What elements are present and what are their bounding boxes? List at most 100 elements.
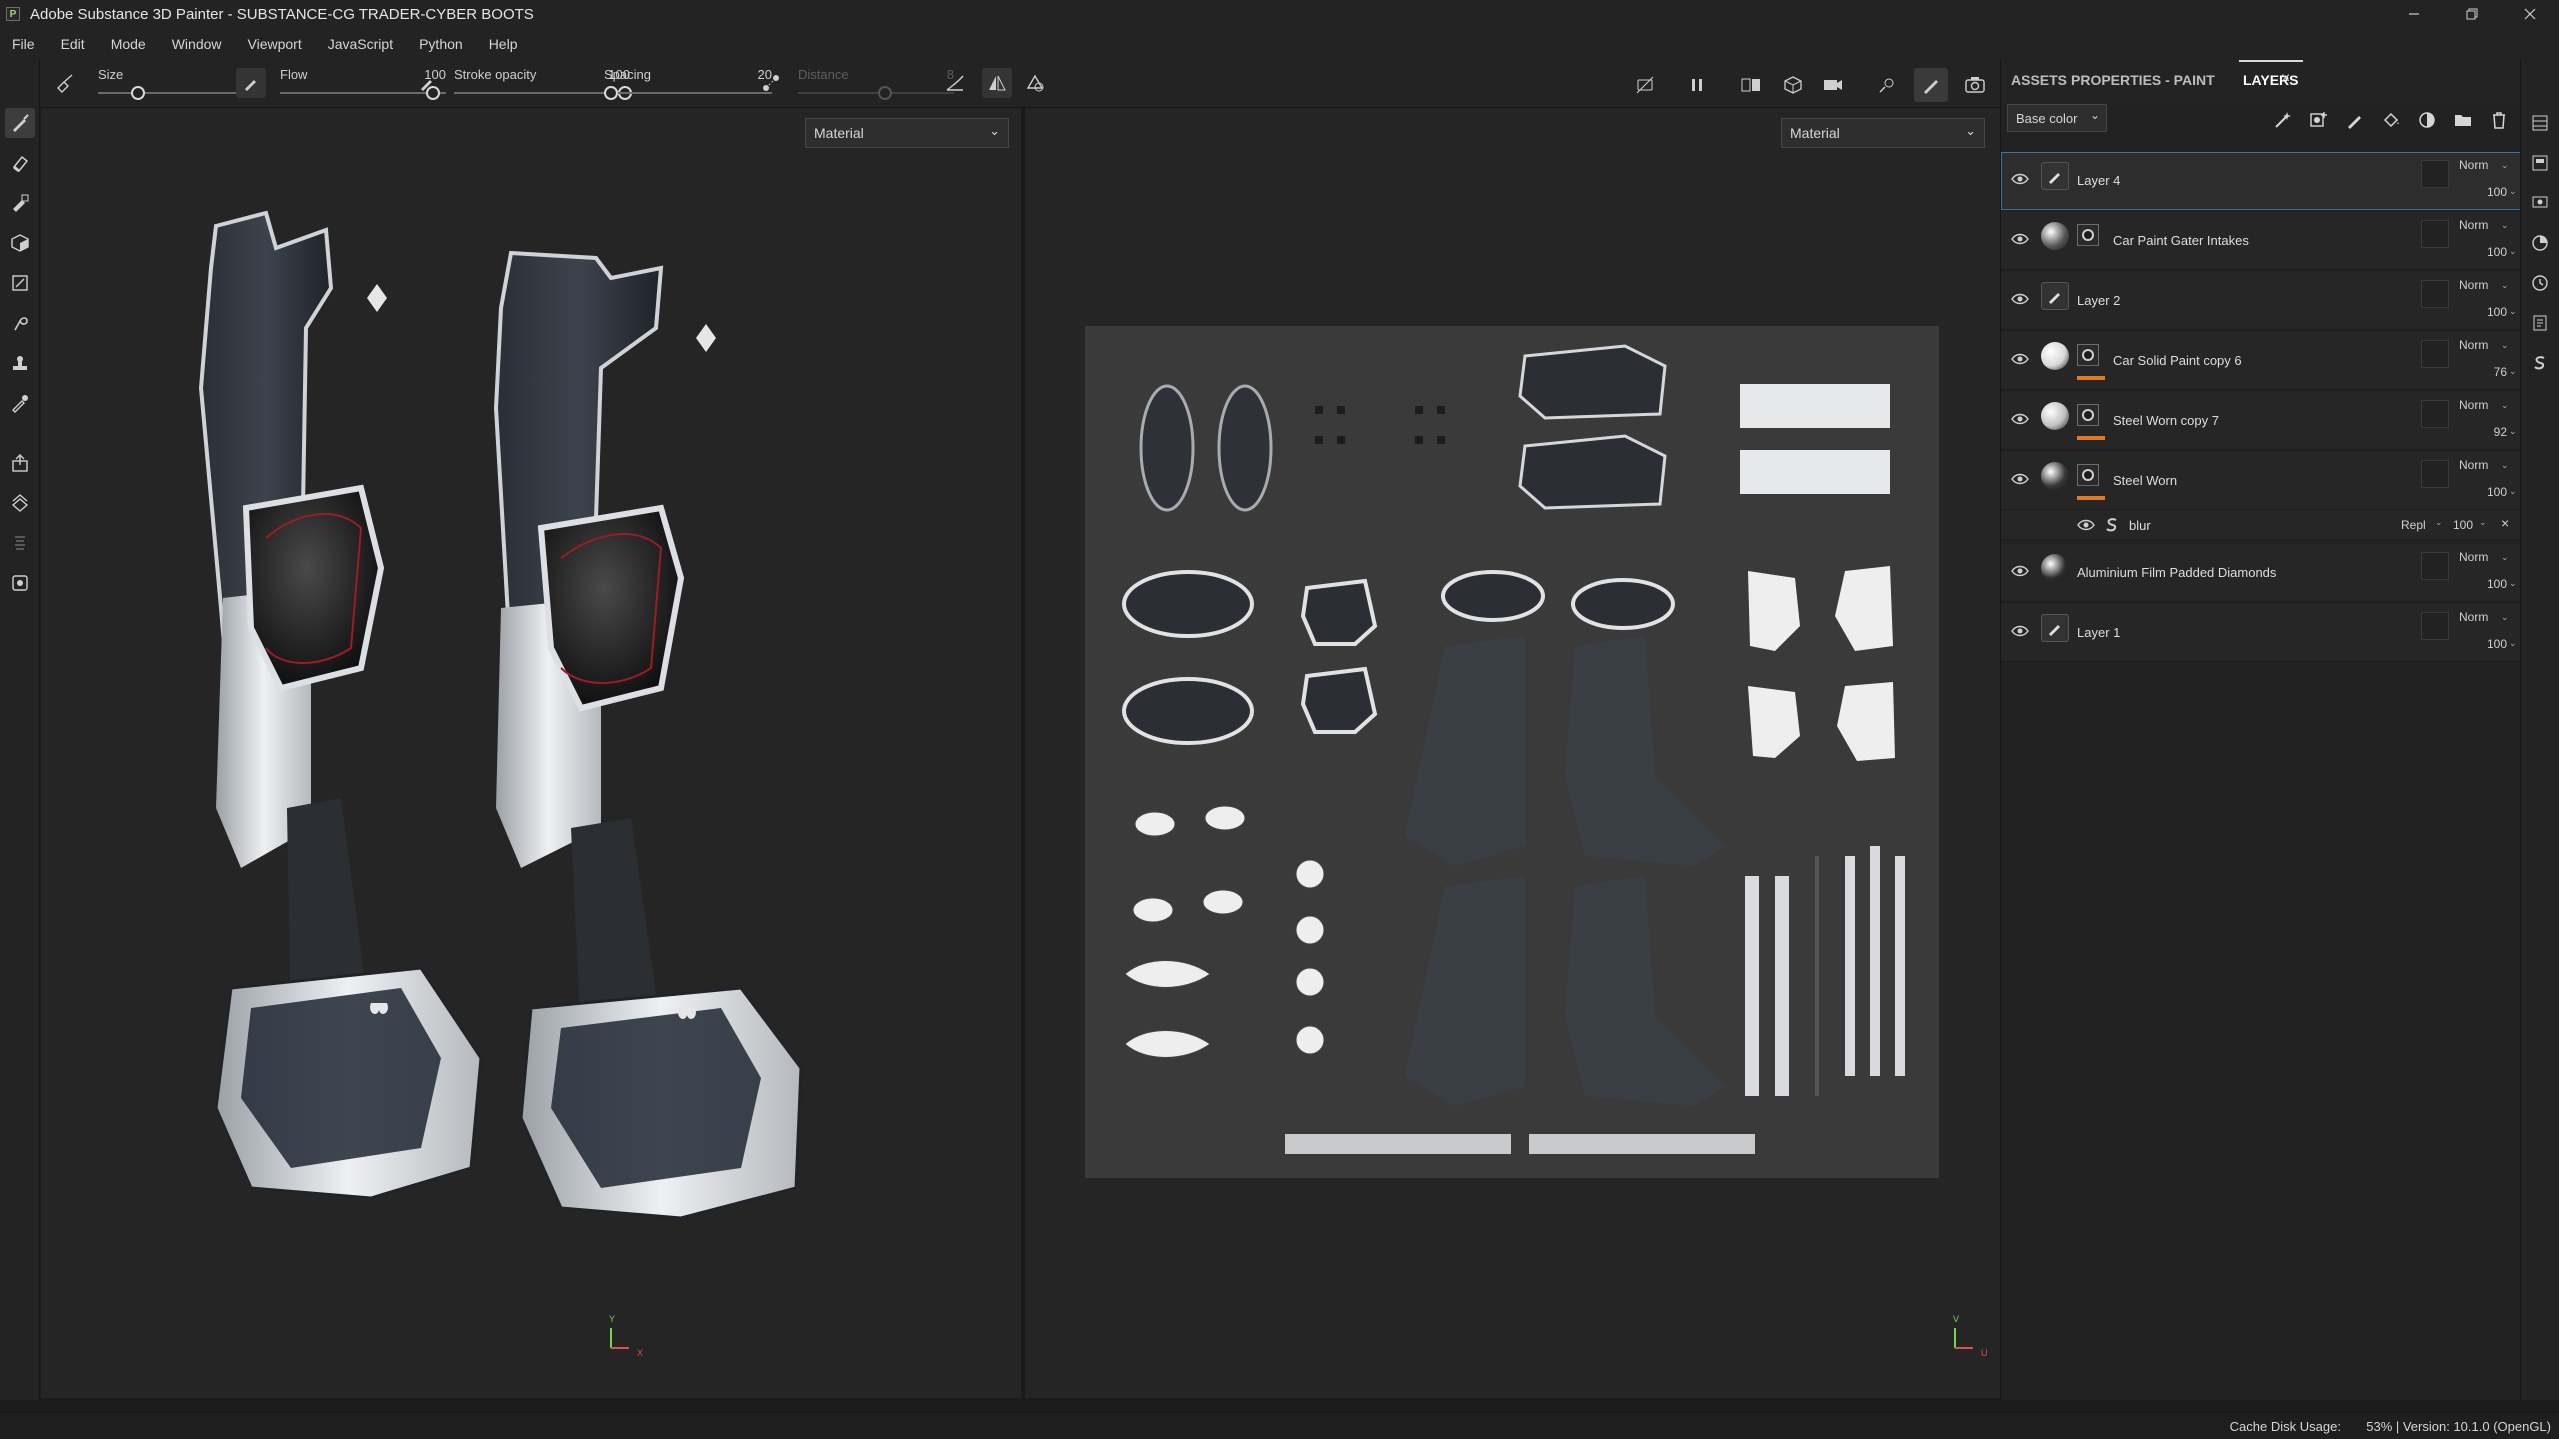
- symmetry-icon[interactable]: [982, 68, 1012, 98]
- visibility-eye-icon[interactable]: [2011, 172, 2029, 186]
- layer-row[interactable]: Layer 2 Norm ⌄ 100 ⌄: [2001, 272, 2521, 330]
- layer-mask-thumbnail[interactable]: [2077, 224, 2099, 246]
- layer-name[interactable]: Car Paint Gater Intakes: [2113, 233, 2249, 248]
- effect-row-blur[interactable]: blur Repl ⌄ 100 ⌄ ×: [2001, 510, 2521, 540]
- texture-set-list-icon[interactable]: [2527, 110, 2553, 136]
- alignment-icon[interactable]: [940, 68, 970, 98]
- material-picker-tool-icon[interactable]: [5, 388, 35, 418]
- add-effect-icon[interactable]: [2269, 106, 2297, 134]
- history-icon[interactable]: [2527, 270, 2553, 296]
- view-mode-icon[interactable]: [1734, 68, 1768, 102]
- shader-settings-icon[interactable]: [2527, 230, 2553, 256]
- delete-layer-icon[interactable]: [2485, 106, 2513, 134]
- uv-texture-canvas[interactable]: [1085, 326, 1939, 1178]
- paint-mode-icon[interactable]: [1914, 68, 1948, 102]
- add-smart-material-icon[interactable]: [2413, 106, 2441, 134]
- add-folder-icon[interactable]: [2449, 106, 2477, 134]
- blend-mode-select[interactable]: Norm: [2459, 218, 2488, 232]
- menu-python[interactable]: Python: [419, 36, 463, 52]
- pen-pressure-flow-icon[interactable]: [412, 68, 442, 98]
- layer-row[interactable]: Layer 1 Norm ⌄ 100 ⌄: [2001, 604, 2521, 662]
- layer-opacity-value[interactable]: 100: [2467, 185, 2507, 199]
- menu-file[interactable]: File: [12, 36, 35, 52]
- layer-row[interactable]: Car Paint Gater Intakes Norm ⌄ 100 ⌄: [2001, 212, 2521, 270]
- blend-mode-select[interactable]: Norm: [2459, 550, 2488, 564]
- layer-name[interactable]: Aluminium Film Padded Diamonds: [2077, 565, 2276, 580]
- polygon-fill-tool-icon[interactable]: [5, 228, 35, 258]
- camera-settings-icon[interactable]: [1816, 68, 1850, 102]
- lazy-mouse-icon[interactable]: [756, 68, 786, 98]
- layer-opacity-value[interactable]: 100: [2467, 245, 2507, 259]
- lighting-icon[interactable]: [1870, 68, 1904, 102]
- bake-tool-icon[interactable]: [5, 488, 35, 518]
- menu-window[interactable]: Window: [172, 36, 222, 52]
- log-icon[interactable]: [2527, 310, 2553, 336]
- blend-mode-select[interactable]: Norm: [2459, 610, 2488, 624]
- close-icon[interactable]: [2501, 0, 2559, 28]
- layer-opacity-value[interactable]: 76: [2467, 365, 2507, 379]
- layer-row[interactable]: Steel Worn Norm ⌄ 100 ⌄: [2001, 452, 2521, 510]
- menu-edit[interactable]: Edit: [61, 36, 85, 52]
- layer-mask-thumbnail[interactable]: [2077, 404, 2099, 426]
- settings-tool-icon[interactable]: [5, 568, 35, 598]
- visibility-eye-icon[interactable]: [2011, 352, 2029, 366]
- minimize-icon[interactable]: [2385, 0, 2443, 28]
- geometry-decal-tool-icon[interactable]: [5, 268, 35, 298]
- layer-name[interactable]: Layer 4: [2077, 173, 2120, 188]
- symmetry-options-icon[interactable]: [1020, 68, 1050, 98]
- menu-viewport[interactable]: Viewport: [248, 36, 302, 52]
- layer-opacity-value[interactable]: 100: [2467, 485, 2507, 499]
- layer-row[interactable]: Car Solid Paint copy 6 Norm ⌄ 76 ⌄: [2001, 332, 2521, 390]
- pen-pressure-size-icon[interactable]: [236, 68, 266, 98]
- layer-name[interactable]: Layer 2: [2077, 293, 2120, 308]
- layer-row[interactable]: Steel Worn copy 7 Norm ⌄ 92 ⌄: [2001, 392, 2521, 450]
- layer-name[interactable]: Steel Worn copy 7: [2113, 413, 2219, 428]
- layer-mask-thumbnail[interactable]: [2077, 344, 2099, 366]
- menu-mode[interactable]: Mode: [111, 36, 146, 52]
- layer-opacity-value[interactable]: 100: [2467, 577, 2507, 591]
- screenshot-camera-icon[interactable]: [1958, 68, 1992, 102]
- layer-opacity-value[interactable]: 100: [2467, 637, 2507, 651]
- brush-preset-icon[interactable]: [50, 68, 80, 98]
- blend-mode-select[interactable]: Norm: [2459, 398, 2488, 412]
- layer-row[interactable]: Layer 4 Norm ⌄ 100 ⌄: [2001, 152, 2521, 210]
- tab-assets[interactable]: ASSETS: [2011, 72, 2067, 88]
- display-settings-icon[interactable]: [1776, 68, 1810, 102]
- viewport-2d-uv[interactable]: Material ⌄ V U: [1025, 108, 2000, 1398]
- effect-blend-mode[interactable]: Repl: [2401, 518, 2426, 532]
- viewport-3d[interactable]: Material ⌄ Y X: [41, 108, 1021, 1398]
- substance-source-icon[interactable]: [2527, 350, 2553, 376]
- close-tab-icon[interactable]: ×: [2281, 70, 2290, 88]
- add-paint-layer-icon[interactable]: [2341, 106, 2369, 134]
- layer-name[interactable]: Layer 1: [2077, 625, 2120, 640]
- layer-name[interactable]: Steel Worn: [2113, 473, 2177, 488]
- layer-opacity-value[interactable]: 100: [2467, 305, 2507, 319]
- add-fill-layer-icon[interactable]: [2377, 106, 2405, 134]
- visibility-eye-icon[interactable]: [2011, 624, 2029, 638]
- remove-effect-icon[interactable]: ×: [2501, 515, 2509, 531]
- paint-brush-tool-icon[interactable]: [5, 108, 35, 138]
- layer-name[interactable]: Car Solid Paint copy 6: [2113, 353, 2242, 368]
- layer-opacity-value[interactable]: 92: [2467, 425, 2507, 439]
- restore-icon[interactable]: [2443, 0, 2501, 28]
- layer-row[interactable]: Aluminium Film Padded Diamonds Norm ⌄ 100 ⌄: [2001, 544, 2521, 602]
- visibility-eye-icon[interactable]: [2011, 232, 2029, 246]
- menu-help[interactable]: Help: [489, 36, 518, 52]
- projection-tool-icon[interactable]: [5, 188, 35, 218]
- effect-visibility-eye-icon[interactable]: [2077, 518, 2095, 536]
- menu-javascript[interactable]: JavaScript: [328, 36, 393, 52]
- visibility-eye-icon[interactable]: [2011, 292, 2029, 306]
- smudge-tool-icon[interactable]: [5, 308, 35, 338]
- texture-set-settings-icon[interactable]: [2527, 150, 2553, 176]
- visibility-eye-icon[interactable]: [2011, 564, 2029, 578]
- layer-mask-thumbnail[interactable]: [2077, 464, 2099, 486]
- spacing-slider[interactable]: Spacing 20: [604, 64, 776, 104]
- size-knob[interactable]: [131, 86, 145, 100]
- add-mask-icon[interactable]: [2305, 106, 2333, 134]
- spacing-knob[interactable]: [604, 86, 618, 100]
- blend-mode-select[interactable]: Norm: [2459, 278, 2488, 292]
- tab-properties-paint[interactable]: PROPERTIES - PAINT: [2071, 72, 2215, 88]
- blend-mode-select[interactable]: Norm: [2459, 158, 2488, 172]
- visibility-eye-icon[interactable]: [2011, 472, 2029, 486]
- export-tool-icon[interactable]: [5, 448, 35, 478]
